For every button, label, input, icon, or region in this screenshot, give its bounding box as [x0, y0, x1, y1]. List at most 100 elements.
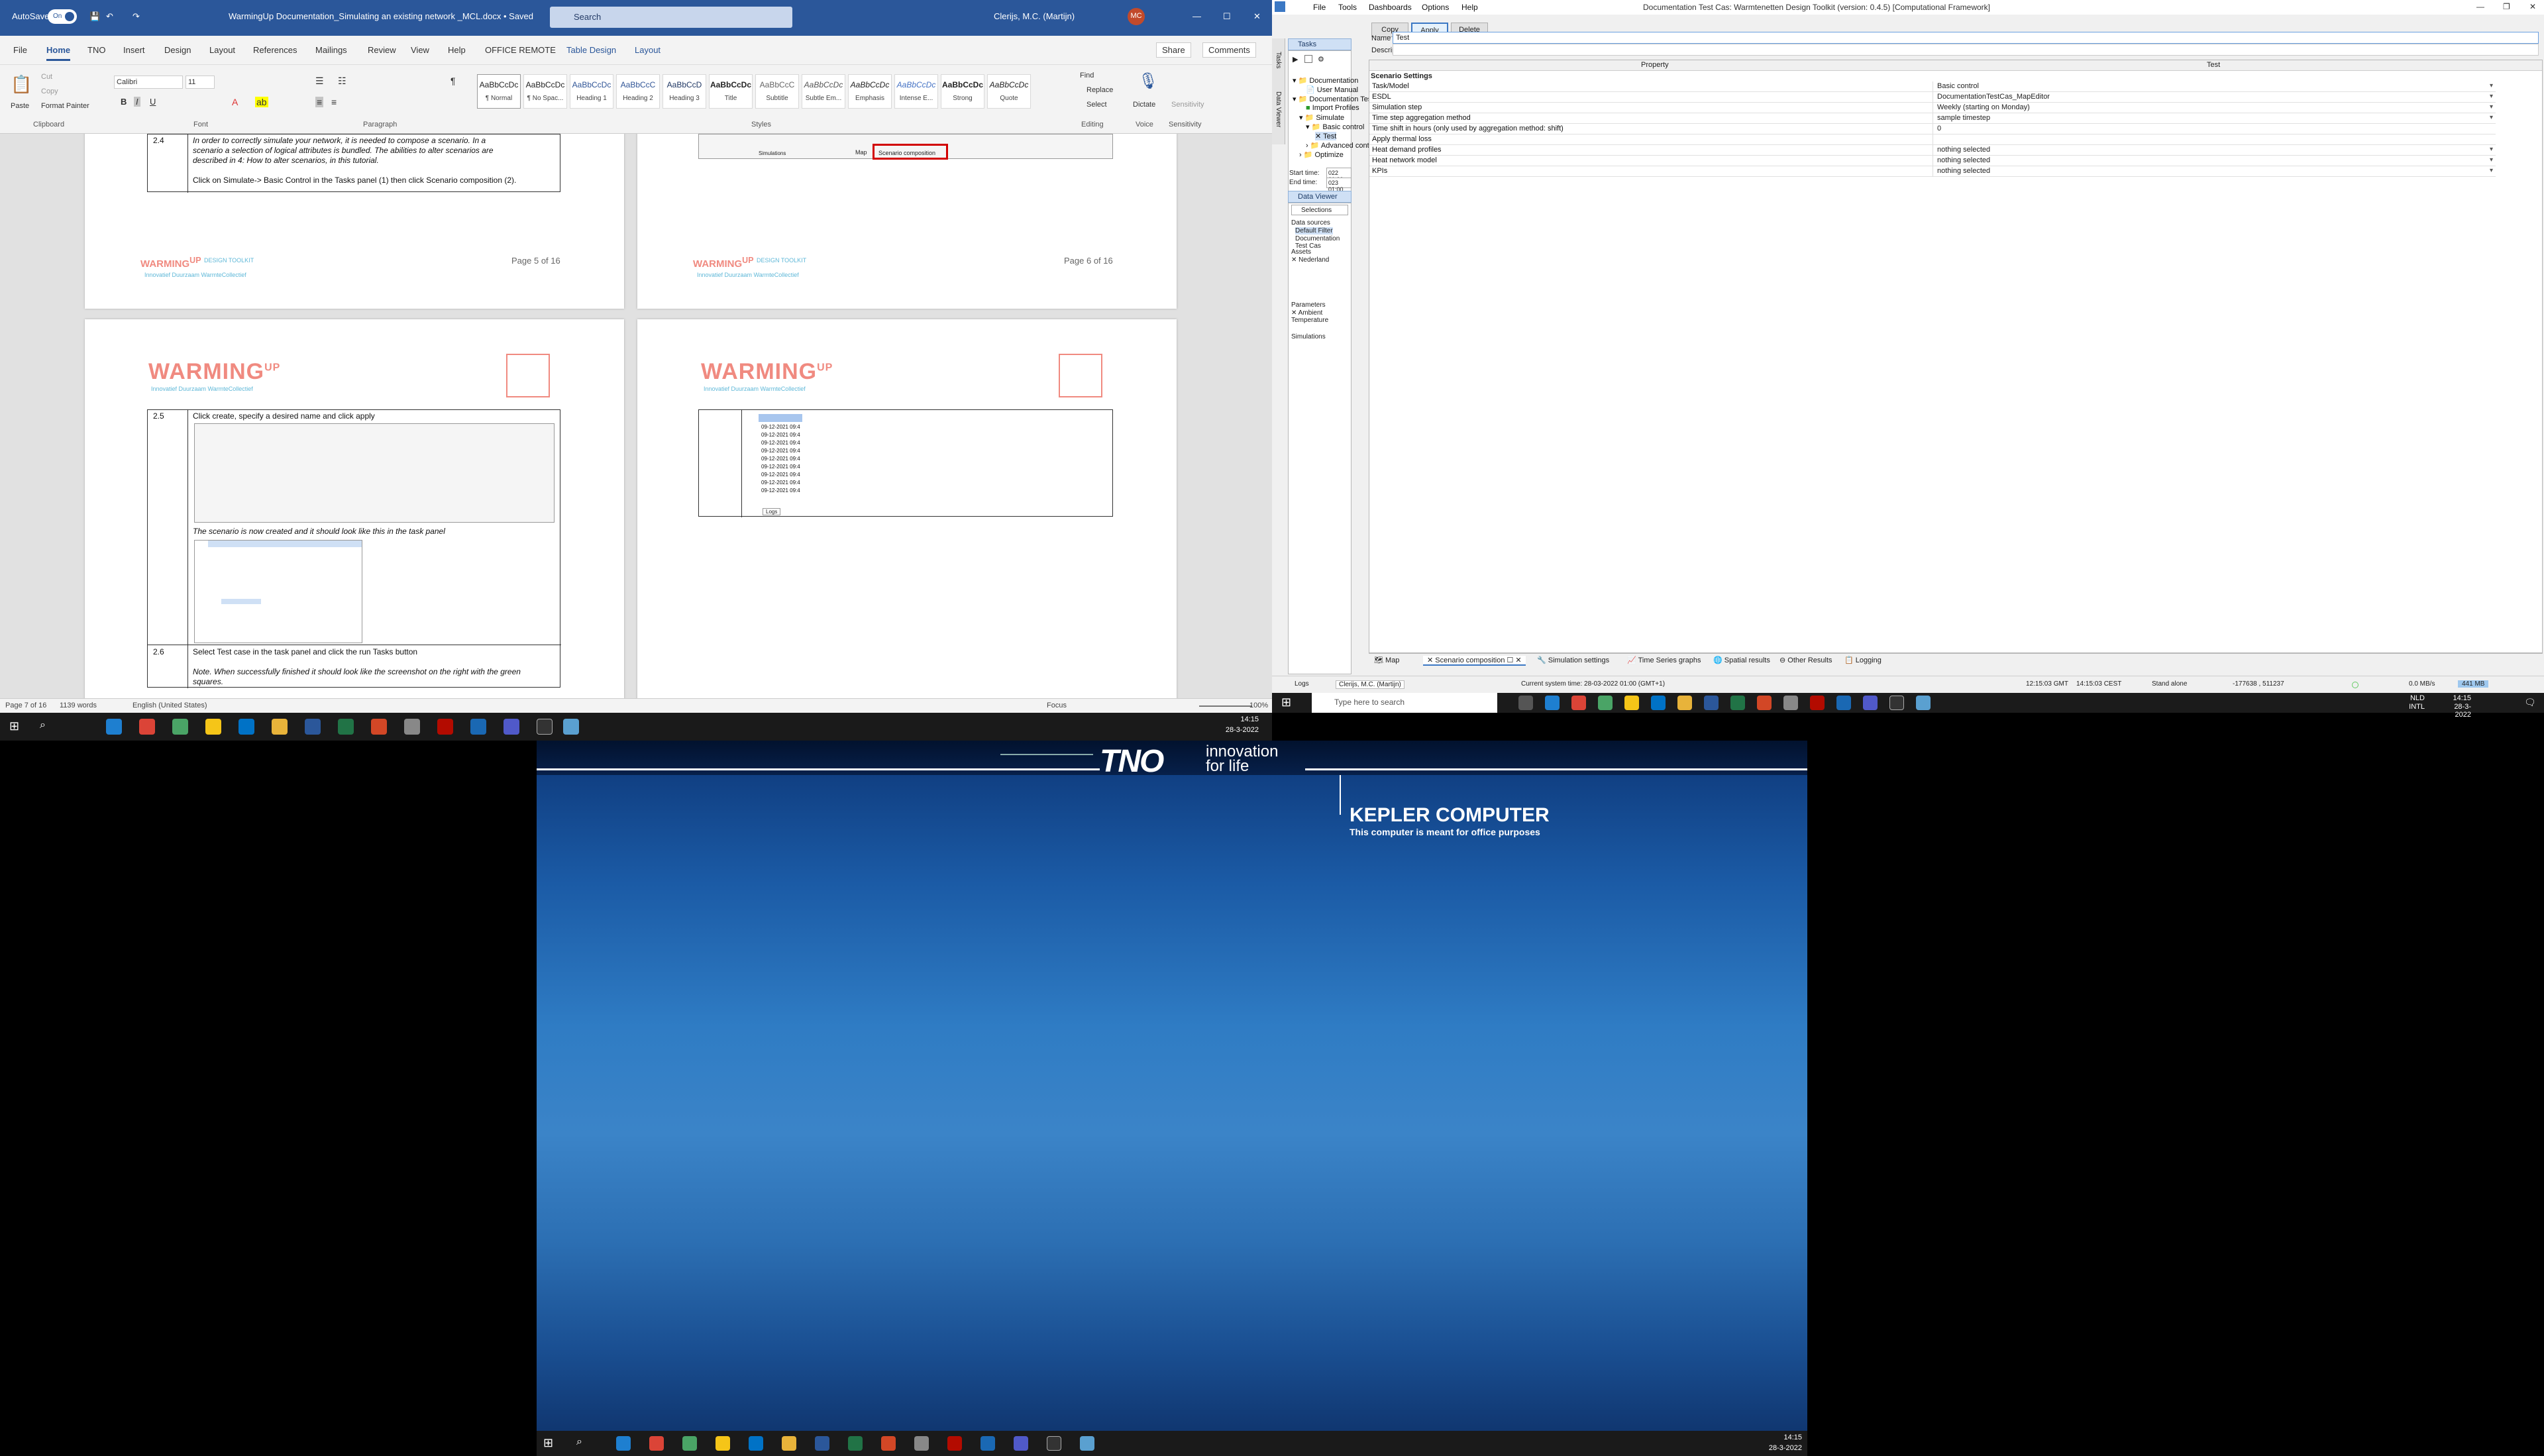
redo-icon[interactable]: ↷: [132, 11, 140, 22]
acrobat-icon[interactable]: [437, 719, 453, 735]
font-color-icon[interactable]: A: [232, 97, 238, 107]
end-time-input[interactable]: 023 01:00: [1326, 178, 1352, 193]
tab-layout[interactable]: Layout: [209, 45, 235, 55]
bullets-icon[interactable]: ☰: [315, 76, 324, 87]
find-button[interactable]: Find: [1080, 72, 1094, 79]
property-row[interactable]: KPIs nothing selected: [1369, 166, 2496, 177]
menu-file[interactable]: File: [1313, 3, 1326, 12]
style-heading-2[interactable]: AaBbCcC Heading 2: [616, 74, 660, 109]
excel-icon[interactable]: [848, 1436, 863, 1451]
tree-item[interactable]: ■ Import Profiles: [1306, 104, 1359, 112]
underline-button[interactable]: U: [150, 97, 156, 107]
app-icon[interactable]: [470, 719, 486, 735]
description-input[interactable]: [1393, 44, 2539, 56]
status-words[interactable]: 1139 words: [60, 702, 97, 709]
data-source-item[interactable]: Documentation Test Cas: [1295, 235, 1351, 250]
tree-item[interactable]: › 📁 Advanced control: [1306, 141, 1377, 150]
taskbar-search-input[interactable]: Type here to search: [1312, 693, 1497, 713]
tab-references[interactable]: References: [253, 45, 297, 55]
outlook-icon[interactable]: [1651, 696, 1666, 710]
style-subtitle[interactable]: AaBbCcC Subtitle: [755, 74, 799, 109]
property-row[interactable]: Time shift in hours (only used by aggreg…: [1369, 124, 2496, 134]
run-tasks-icon[interactable]: ▶: [1293, 55, 1298, 64]
replace-button[interactable]: Replace: [1086, 86, 1113, 94]
property-row[interactable]: Simulation step Weekly (starting on Monda…: [1369, 103, 2496, 113]
outlook-icon[interactable]: [749, 1436, 763, 1451]
outlook-icon[interactable]: [238, 719, 254, 735]
tray-time[interactable]: 14:15: [2438, 694, 2471, 702]
menu-tools[interactable]: Tools: [1338, 3, 1357, 12]
select-button[interactable]: Select: [1086, 101, 1107, 109]
dictate-button[interactable]: Dictate: [1133, 101, 1155, 109]
snipping-icon[interactable]: [1783, 696, 1798, 710]
close-icon[interactable]: ✕: [1253, 11, 1261, 22]
powerpoint-icon[interactable]: [881, 1436, 896, 1451]
property-value[interactable]: nothing selected: [1933, 166, 2496, 176]
style-intense-emphasis[interactable]: AaBbCcDc Intense E...: [894, 74, 938, 109]
tab-logging[interactable]: 📋 Logging: [1844, 656, 1882, 664]
style-normal[interactable]: AaBbCcDc ¶ Normal: [477, 74, 521, 109]
start-time-input[interactable]: 022 01:00: [1326, 168, 1352, 183]
property-row[interactable]: Apply thermal loss: [1369, 134, 2496, 145]
windows-start-icon[interactable]: ⊞: [543, 1436, 553, 1450]
teams-icon[interactable]: [504, 719, 519, 735]
tree-item[interactable]: ▾ 📁 Basic control: [1306, 123, 1364, 131]
microphone-icon[interactable]: 🎙: [1138, 72, 1158, 91]
tree-item[interactable]: › 📁 Optimize: [1299, 150, 1344, 159]
excel-icon[interactable]: [338, 719, 354, 735]
tree-item[interactable]: ▾ 📁 Documentation: [1293, 76, 1358, 85]
style-heading-1[interactable]: AaBbCcDc Heading 1: [570, 74, 613, 109]
bold-button[interactable]: B: [121, 97, 127, 107]
tasks-panel-header[interactable]: Tasks: [1288, 38, 1352, 50]
tab-review[interactable]: Review: [368, 45, 396, 55]
folder-icon[interactable]: [272, 719, 288, 735]
tree-item[interactable]: 📄 User Manual: [1306, 85, 1358, 94]
chrome-icon[interactable]: [139, 719, 155, 735]
italic-button[interactable]: I: [134, 97, 140, 107]
chrome-icon[interactable]: [1571, 696, 1586, 710]
property-value[interactable]: 0: [1933, 124, 2496, 134]
app-icon[interactable]: [716, 1436, 730, 1451]
data-viewer-panel-header[interactable]: Data Viewer: [1288, 191, 1352, 203]
word-icon[interactable]: [1704, 696, 1719, 710]
word-search-input[interactable]: Search: [550, 7, 792, 28]
name-input[interactable]: Test: [1393, 32, 2539, 44]
app-icon[interactable]: [980, 1436, 995, 1451]
sensitivity-button[interactable]: Sensitivity: [1171, 101, 1204, 109]
status-language[interactable]: English (United States): [132, 702, 207, 709]
align-left-icon[interactable]: ≡: [315, 97, 324, 107]
undo-icon[interactable]: ↶: [106, 11, 113, 22]
terminal-icon[interactable]: [1047, 1436, 1061, 1451]
property-row[interactable]: ESDL DocumentationTestCas_MapEditor: [1369, 92, 2496, 103]
browser-icon[interactable]: [682, 1436, 697, 1451]
tab-other-results[interactable]: ⊖ Other Results: [1779, 656, 1832, 664]
property-value[interactable]: Weekly (starting on Monday): [1933, 103, 2496, 113]
edge-icon[interactable]: [106, 719, 122, 735]
property-row[interactable]: Heat network model nothing selected: [1369, 156, 2496, 166]
close-icon[interactable]: ✕: [2529, 2, 2536, 11]
notification-icon[interactable]: 🗨: [2524, 697, 2536, 708]
tab-map[interactable]: 🗺 Map: [1374, 656, 1399, 664]
autosave-toggle[interactable]: [48, 9, 77, 24]
excel-icon[interactable]: [1730, 696, 1745, 710]
app-icon[interactable]: [205, 719, 221, 735]
style-quote[interactable]: AaBbCcDc Quote: [987, 74, 1031, 109]
terminal-icon[interactable]: [537, 719, 553, 735]
selections-dropdown[interactable]: Selections: [1291, 205, 1348, 215]
property-row[interactable]: Heat demand profiles nothing selected: [1369, 145, 2496, 156]
browser-icon[interactable]: [172, 719, 188, 735]
style-heading-3[interactable]: AaBbCcD Heading 3: [662, 74, 706, 109]
snipping-icon[interactable]: [914, 1436, 929, 1451]
search-icon[interactable]: ⌕: [40, 719, 46, 731]
acrobat-icon[interactable]: [947, 1436, 962, 1451]
terminal-icon[interactable]: [1889, 696, 1904, 710]
powerpoint-icon[interactable]: [371, 719, 387, 735]
tab-table-layout[interactable]: Layout: [635, 45, 661, 55]
property-row[interactable]: Time step aggregation method sample times…: [1369, 113, 2496, 124]
menu-options[interactable]: Options: [1422, 3, 1449, 12]
app-icon[interactable]: [1624, 696, 1639, 710]
browser-icon[interactable]: [1598, 696, 1613, 710]
copy-button[interactable]: Copy: [41, 87, 58, 95]
paste-icon[interactable]: 📋: [11, 74, 32, 95]
style-emphasis[interactable]: AaBbCcDc Emphasis: [848, 74, 892, 109]
